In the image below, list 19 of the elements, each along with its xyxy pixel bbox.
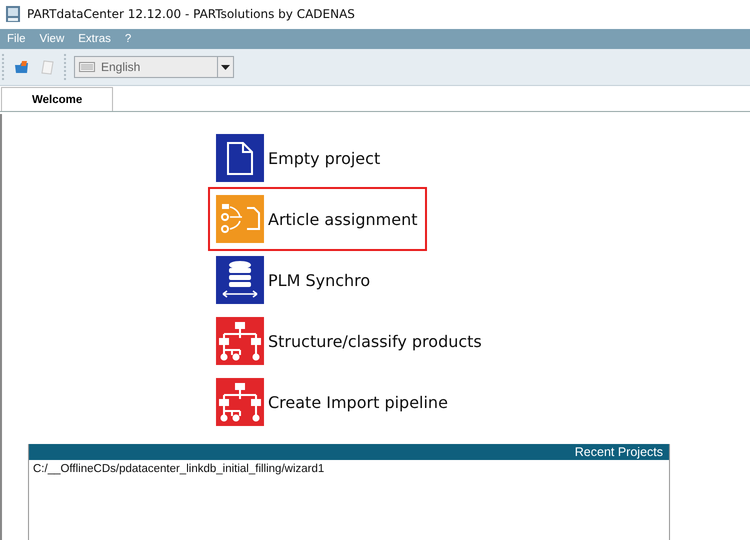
action-item[interactable]: Create Import pipeline	[216, 378, 448, 426]
database-sync-icon	[216, 256, 264, 304]
action-item[interactable]: Empty project	[216, 134, 380, 182]
caret-icon	[221, 64, 230, 70]
action-item[interactable]: Structure/classify products	[216, 317, 482, 365]
tab[interactable]: Welcome	[1, 87, 114, 111]
keyboard-icon	[79, 62, 95, 72]
action-item[interactable]: PLM Synchro	[216, 256, 370, 304]
recent-project-item[interactable]: C:/__OfflineCDs/pdatacenter_linkdb_initial_filling/wizard1	[33, 463, 665, 475]
assignment-icon	[216, 195, 264, 243]
hierarchy-icon	[216, 378, 264, 426]
open-folder-icon[interactable]	[14, 59, 30, 75]
highlighted-action[interactable]: Article assignment	[216, 195, 420, 243]
window-title: PARTdataCenter 12.12.00 - PARTsolutions by CADENAS	[27, 7, 355, 21]
app-icon	[5, 5, 21, 23]
panel-title: Recent Projects	[574, 445, 663, 459]
hierarchy-icon	[216, 317, 264, 365]
document-icon	[216, 134, 264, 182]
language-dropdown[interactable]: English	[74, 56, 234, 78]
